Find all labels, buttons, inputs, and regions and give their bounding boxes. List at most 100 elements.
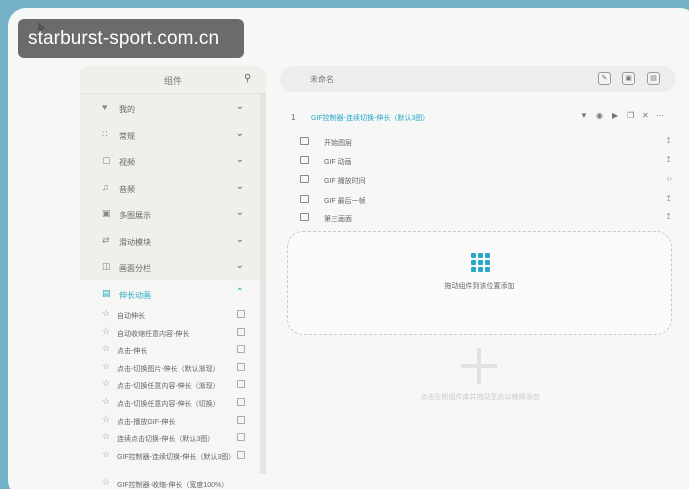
star-icon[interactable]: ☆ [102, 396, 110, 406]
camera-icon[interactable]: ◉ [596, 111, 603, 120]
layer-label: GIF 播放时间 [324, 178, 366, 185]
star-icon[interactable]: ☆ [102, 309, 110, 318]
chevron-up-icon: ⌃ [235, 286, 244, 298]
layer-label: 开始图层 [324, 140, 352, 147]
star-icon[interactable]: ☆ [102, 379, 110, 388]
category-label: 滑动模块 [119, 237, 151, 247]
star-icon[interactable]: ☆ [102, 432, 110, 441]
expand-icon: ▤ [102, 287, 111, 298]
category-video[interactable]: ▢ 视频 ⌄ [80, 147, 266, 174]
preview-icon[interactable] [237, 397, 245, 406]
video-icon[interactable]: ▶ [612, 111, 618, 120]
canvas-title-bar: 未命名 ✎ ▣ ▤ [280, 66, 676, 92]
image-icon [300, 156, 309, 164]
upload-icon[interactable]: ↥ [665, 155, 672, 164]
star-icon[interactable]: ☆ [102, 361, 110, 371]
category-label: 我的 [119, 105, 135, 114]
list-item[interactable]: ☆ 自动收缩任意内容-伸长 [80, 323, 266, 342]
slide-icon: ⇄ [102, 234, 110, 245]
category-label: 多图展示 [119, 211, 151, 220]
component-dropzone[interactable]: 拖动组件到该位置添加 [287, 231, 672, 335]
preview-icon[interactable] [237, 380, 245, 389]
category-expand-animation[interactable]: ▤ 伸长动画 ⌃ [80, 279, 266, 306]
clipboard-icon[interactable]: ▤ [647, 72, 660, 85]
save-icon[interactable]: ▣ [622, 72, 635, 85]
delete-icon[interactable]: ✕ [642, 111, 649, 120]
layer-label: 第三画面 [324, 216, 352, 223]
star-icon[interactable]: ☆ [102, 326, 110, 336]
chevron-down-icon: ⌄ [235, 233, 244, 245]
component-title: GIF控制器-连续切换-伸长（默认3图） [311, 115, 430, 122]
list-item-label: 点击-伸长 [117, 348, 148, 356]
layer-row[interactable]: GIF 动画 ↥ [300, 152, 674, 170]
layer-row[interactable]: 第三画面 ↥ [300, 209, 674, 227]
list-item-label: 点击-切换图片-伸长（默认渐现） [117, 365, 220, 373]
star-icon[interactable]: ☆ [102, 477, 110, 487]
panel-scrollbar[interactable] [260, 94, 266, 474]
columns-icon: ◫ [102, 261, 111, 271]
upload-icon[interactable]: ↥ [665, 194, 672, 203]
list-item[interactable]: ☆ 点击-切换图片-伸长（默认渐现） [80, 358, 266, 377]
layer-row[interactable]: 开始图层 ↥ [300, 133, 674, 151]
upload-icon[interactable]: ↥ [665, 212, 672, 221]
heart-icon: ♥ [102, 102, 108, 112]
chevron-down-icon: ⌄ [235, 127, 244, 139]
category-audio[interactable]: ♫ 音频 ⌄ [80, 174, 266, 201]
more-icon[interactable]: ⋯ [656, 111, 664, 120]
list-item[interactable]: ☆ 点击-切换任意内容-伸长（渐现） [80, 376, 266, 394]
upload-icon[interactable]: ↥ [665, 136, 672, 145]
images-icon: ▣ [102, 208, 111, 218]
star-icon[interactable]: ☆ [102, 449, 110, 459]
preview-icon[interactable] [237, 345, 245, 354]
code-icon[interactable]: ‹› [667, 174, 672, 183]
add-icon[interactable] [461, 348, 497, 384]
search-icon[interactable]: ⚲ [244, 74, 254, 84]
list-item-label: 连续点击切换-伸长（默认3图） [117, 436, 215, 444]
edit-icon[interactable]: ✎ [598, 72, 611, 85]
panel-header: 组件 ⚲ [80, 66, 266, 94]
grid-icon [471, 253, 490, 272]
preview-icon[interactable] [237, 433, 245, 442]
chevron-down-icon: ⌄ [235, 260, 244, 271]
star-icon[interactable]: ☆ [102, 344, 110, 353]
category-slide[interactable]: ⇄ 滑动模块 ⌄ [80, 227, 266, 254]
category-general[interactable]: ∷ 常规 ⌄ [80, 121, 266, 148]
timer-icon [300, 175, 309, 183]
star-icon[interactable]: ☆ [102, 414, 110, 424]
list-item[interactable]: ☆ GIF控制器-连续切换-伸长（默认3图） [80, 446, 266, 475]
add-hint: 点击左侧组件库并拖动至此以继续添加 [420, 394, 540, 401]
category-label: 画面分栏 [119, 264, 151, 273]
category-multi-image[interactable]: ▣ 多图展示 ⌄ [80, 200, 266, 227]
list-item[interactable]: ☆ GIF控制器-收缩-伸长（宽度100%） [80, 474, 266, 489]
list-item[interactable]: ☆ 点击-播放GIF-伸长 [80, 411, 266, 430]
list-item[interactable]: ☆ 点击-切换任意内容-伸长（切换） [80, 393, 266, 412]
layer-row[interactable]: GIF 播放时间 ‹› [300, 171, 674, 189]
preview-icon[interactable] [237, 362, 245, 371]
list-item[interactable]: ☆ 点击-伸长 [80, 341, 266, 359]
grid-icon: ∷ [102, 128, 108, 139]
list-item[interactable]: ☆ 连续点击切换-伸长（默认3图） [80, 429, 266, 447]
category-label: 视频 [119, 158, 135, 167]
image-icon [300, 137, 309, 145]
preview-icon[interactable] [237, 327, 245, 336]
layer-row[interactable]: GIF 最后一帧 ↥ [300, 191, 674, 209]
category-columns[interactable]: ◫ 画面分栏 ⌄ [80, 253, 266, 280]
preview-icon[interactable] [237, 415, 245, 424]
document-name[interactable]: 未命名 [310, 74, 334, 85]
copy-icon[interactable]: ❐ [627, 111, 634, 120]
preview-icon[interactable] [237, 310, 245, 318]
panel-title: 组件 [163, 76, 182, 86]
selected-component-row[interactable]: 1 GIF控制器-连续切换-伸长（默认3图） ▼ ◉ ▶ ❐ ✕ ⋯ [282, 110, 674, 126]
music-icon: ♫ [102, 181, 109, 192]
chevron-down-icon: ⌄ [235, 207, 244, 218]
layer-label: GIF 最后一帧 [324, 198, 366, 205]
list-item-label: 自动伸长 [117, 313, 145, 320]
preview-icon[interactable] [237, 450, 245, 459]
image-icon [300, 213, 309, 221]
list-item[interactable]: ☆ 自动伸长 [80, 306, 266, 324]
component-panel: 组件 ⚲ ♥ 我的 ⌄ ∷ 常规 ⌄ ▢ 视频 ⌄ ♫ 音频 ⌄ ▣ 多图展示 … [80, 66, 266, 489]
filter-icon[interactable]: ▼ [580, 111, 588, 120]
category-label: 伸长动画 [119, 290, 151, 300]
list-item-label: GIF控制器-连续切换-伸长（默认3图） [117, 453, 236, 461]
category-mine[interactable]: ♥ 我的 ⌄ [80, 94, 266, 121]
